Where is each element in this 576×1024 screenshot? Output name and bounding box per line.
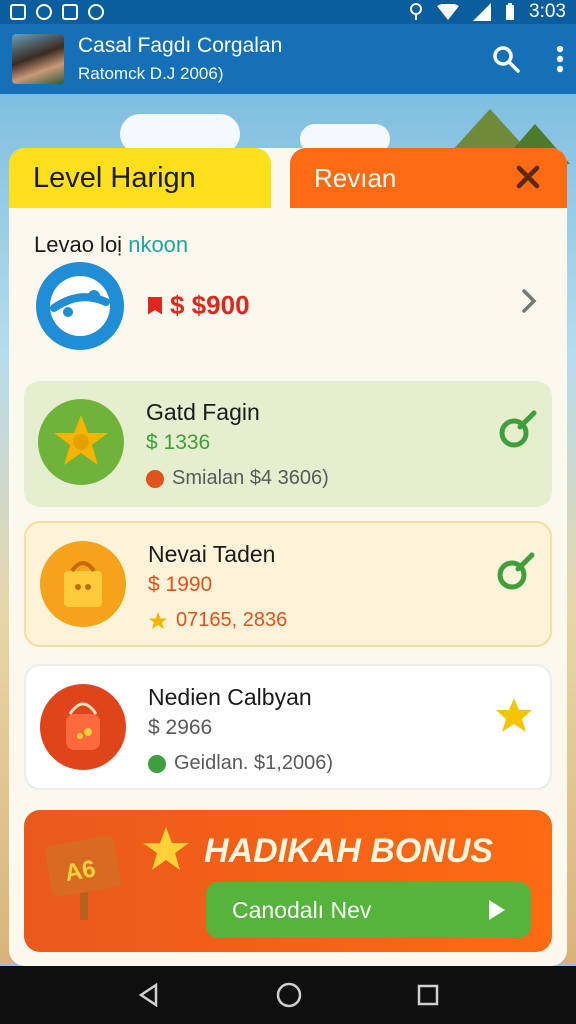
close-icon[interactable] [513, 162, 543, 192]
star-icon [149, 611, 167, 629]
tab-review-label: Revıan [314, 162, 397, 193]
home-icon[interactable] [275, 981, 303, 1009]
level-price: $ $900 [148, 290, 250, 321]
gold-star-icon [38, 399, 124, 485]
location-icon [410, 3, 423, 20]
more-options-icon[interactable] [556, 45, 564, 73]
flag-icon [148, 296, 162, 315]
item-price: $ 1990 [148, 573, 213, 596]
star-icon [143, 827, 189, 870]
star-favorite-icon[interactable] [490, 692, 538, 740]
item-name: Nedien Calbyan [148, 684, 312, 710]
backpack-icon [40, 684, 126, 770]
wifi-icon [437, 4, 460, 20]
app-bar: Casal Fagdı Corgalan Ratomck D.J 2006) [0, 24, 576, 94]
list-item[interactable]: Nedien Calbyan $ 2966 Geidlan. $1,2006) [24, 664, 552, 790]
app-notification-icon [62, 4, 78, 20]
list-item[interactable]: Gatd Fagin $ 1336 Smialan $4 3606) [24, 381, 552, 507]
item-meta: Smialan $4 3606) [172, 467, 329, 489]
tab-review[interactable]: Revıan [290, 148, 567, 208]
notification-icons [10, 4, 104, 20]
tab-level-label: Level Harign [33, 161, 196, 194]
status-dot-icon [148, 754, 166, 773]
level-badge-icon [50, 276, 110, 336]
chevron-right-icon[interactable] [516, 288, 542, 314]
app-title: Casal Fagdı Corgalan [78, 34, 283, 57]
list-item[interactable]: Nevai Taden $ 1990 07165, 2836 [24, 521, 552, 647]
item-name: Nevai Taden [148, 541, 276, 567]
item-name: Gatd Fagin [146, 399, 260, 425]
record-notification-icon [36, 4, 52, 20]
claim-bonus-button[interactable]: Canodalı Nev [206, 882, 531, 938]
shopping-bag-icon [40, 541, 126, 627]
tab-level[interactable]: Level Harign [9, 148, 271, 208]
battery-icon [506, 3, 515, 20]
status-bar: 3:03 [0, 0, 576, 24]
check-icon[interactable] [492, 407, 540, 455]
recents-icon[interactable] [416, 983, 440, 1007]
claim-bonus-label: Canodalı Nev [232, 896, 372, 923]
check-icon[interactable] [490, 549, 538, 597]
sync-notification-icon [88, 4, 104, 20]
section-title: Levao loị nkoon [34, 232, 189, 257]
item-price: $ 1336 [146, 431, 211, 454]
signal-icon [473, 3, 492, 21]
item-price: $ 2966 [148, 716, 213, 739]
clock: 3:03 [529, 1, 566, 22]
sign-board-icon: A6 [44, 835, 122, 920]
back-icon[interactable] [136, 982, 162, 1008]
bonus-banner: A6 HADIKAH BONUS Canodalı Nev [24, 810, 552, 952]
status-dot-icon [146, 469, 164, 488]
level-icon[interactable] [36, 262, 124, 350]
item-meta: 07165, 2836 [176, 609, 288, 631]
sign-label: A6 [63, 855, 98, 887]
image-notification-icon [10, 4, 26, 20]
play-icon [489, 900, 505, 920]
avatar[interactable] [12, 34, 64, 84]
search-icon[interactable] [492, 45, 520, 73]
app-subtitle: Ratomck D.J 2006) [78, 64, 224, 83]
system-nav-bar [0, 966, 576, 1024]
item-meta: Geidlan. $1,2006) [174, 752, 334, 774]
bonus-title: HADIKAH BONUS [204, 832, 493, 870]
